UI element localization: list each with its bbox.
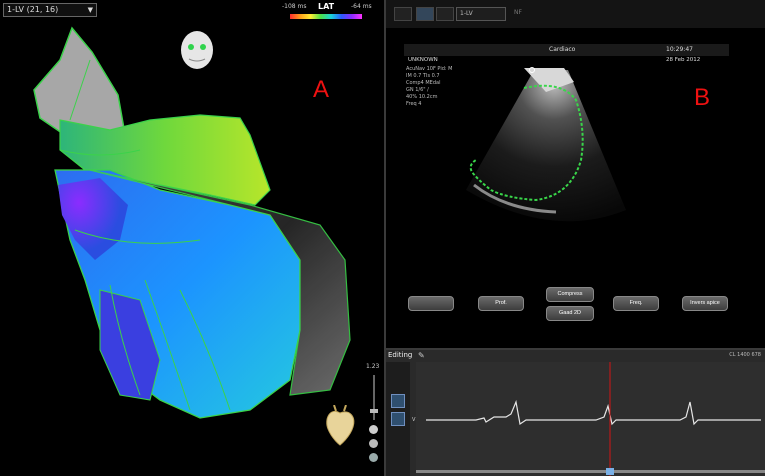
view-control-button[interactable] [369,425,378,434]
frequency-button[interactable]: Freq. [613,296,659,311]
view-control-button[interactable] [369,453,378,462]
gain-2d-button[interactable]: Gaad 2D [546,306,594,321]
profundidad-button[interactable]: Prof. [478,296,524,311]
invert-apex-button[interactable]: Invers apice [682,296,728,311]
channel-toggle[interactable] [391,412,405,426]
ultrasound-panel: 1-LV NF Cardiaco 10:29:47 UNKNOWN 28 Feb… [386,0,765,348]
channel-toggle[interactable] [391,394,405,408]
cycle-length-readout: CL 1400 678 [729,352,761,358]
pencil-icon[interactable]: ✎ [418,351,425,360]
compress-button[interactable]: Compress [546,287,594,302]
view-control-button[interactable] [369,439,378,448]
ecg-editing-panel: Editing ✎ CL 1400 678 V1 [386,350,765,476]
heart-orientation-icon[interactable] [322,405,358,449]
view-controls: 1.23 [364,363,384,476]
ultrasound-image [466,67,626,222]
ultrasound-button-blank[interactable] [408,296,454,311]
ecg-trace [416,362,765,476]
ecg-side-controls [386,362,410,476]
editing-title: Editing [388,351,413,359]
electroanatomical-map-panel: 1-LV (21, 16) ▼ -108 ms LAT -64 ms A 1.2… [0,0,384,476]
zoom-slider-track[interactable] [373,375,375,420]
zoom-value: 1.23 [366,363,380,370]
zoom-slider-handle[interactable] [370,409,378,413]
